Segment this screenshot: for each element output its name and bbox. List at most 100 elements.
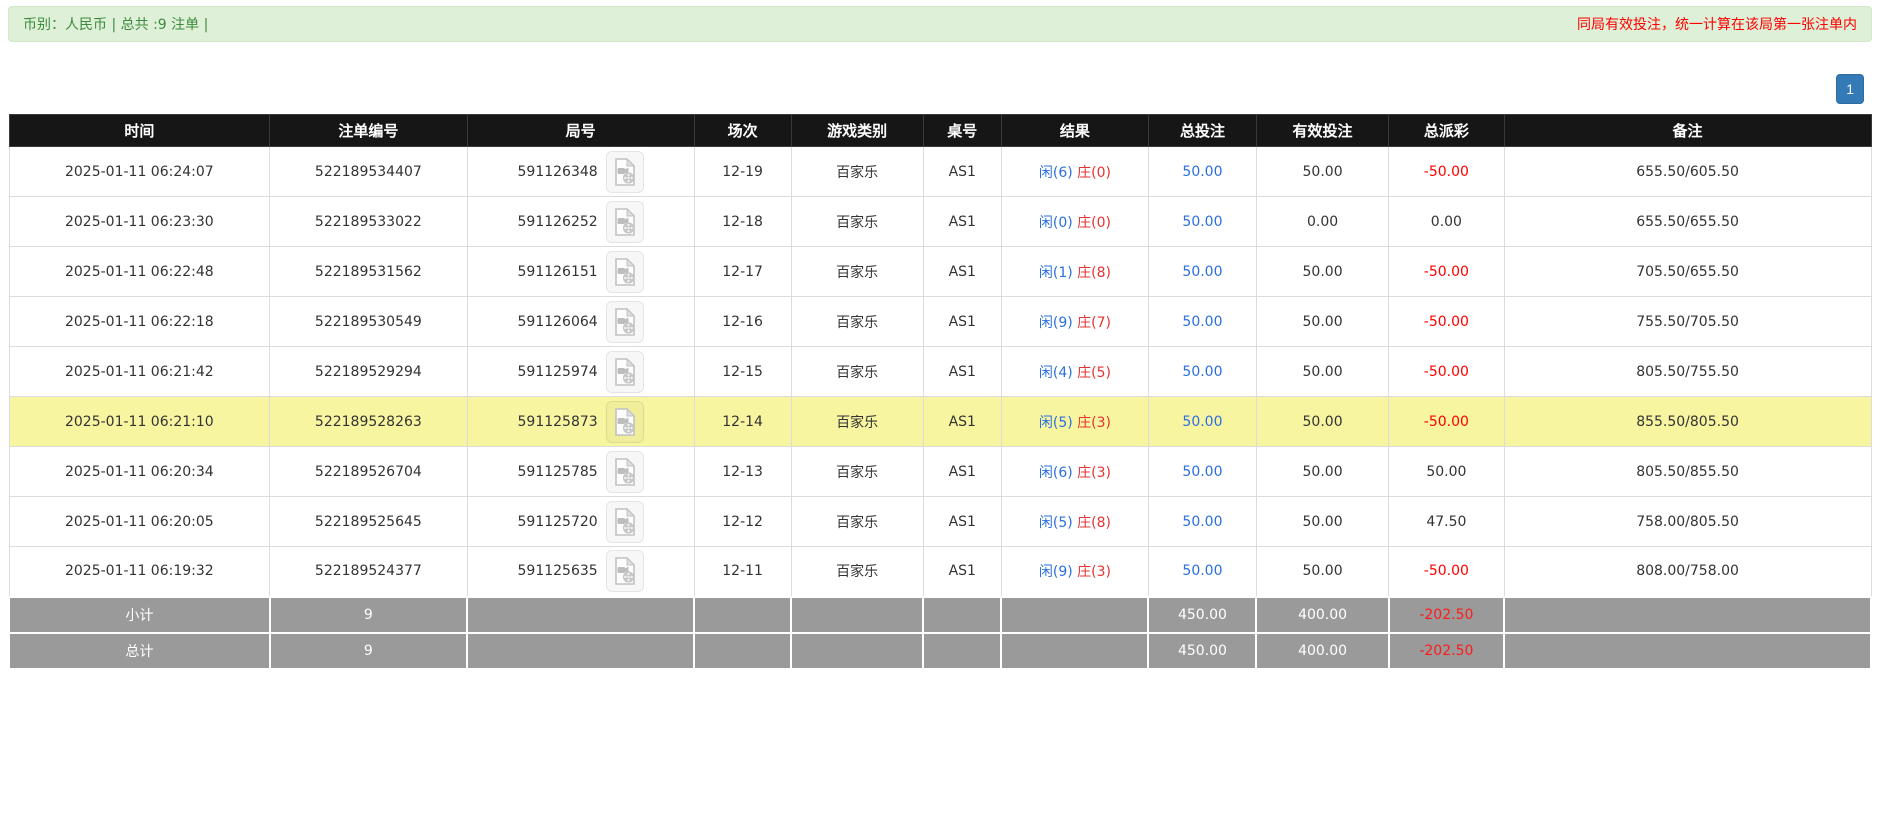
- cell-time: 2025-01-11 06:19:32: [8, 546, 271, 597]
- cell-bet-id: 522189534407: [269, 146, 468, 197]
- cell-bet-id: 522189528263: [269, 396, 468, 447]
- page-1-button[interactable]: 1: [1836, 74, 1864, 104]
- footer-empty: [693, 595, 792, 634]
- round-wrap: 591126252: [517, 200, 644, 243]
- cell-game-type: 百家乐: [790, 296, 924, 347]
- footer-payout: -202.50: [1387, 631, 1506, 670]
- cell-result: 闲(5) 庄(8): [1000, 496, 1149, 547]
- cell-round: 591126151: [466, 246, 695, 297]
- footer-total-bet: 450.00: [1147, 595, 1258, 634]
- cell-round: 591125720: [466, 496, 695, 547]
- cell-payout: -50.00: [1388, 246, 1505, 297]
- cell-time: 2025-01-11 06:20:05: [8, 496, 271, 547]
- footer-empty: [789, 595, 925, 634]
- round-number: 591126252: [517, 213, 598, 230]
- footer-empty: [466, 595, 696, 634]
- video-replay-button[interactable]: [605, 250, 644, 293]
- cell-valid-bet: 50.00: [1255, 546, 1390, 597]
- cell-result: 闲(9) 庄(7): [1000, 296, 1149, 347]
- cell-round: 591125974: [466, 346, 695, 397]
- table-row: 2025-01-11 06:20:34 522189526704 591125785…: [8, 446, 1872, 497]
- round-wrap: 591125974: [518, 350, 644, 393]
- cell-valid-bet: 50.00: [1255, 496, 1390, 547]
- video-file-icon: [614, 507, 635, 536]
- round-wrap: 591125785: [517, 450, 644, 493]
- table-row: 2025-01-11 06:22:48 522189531562 591126151…: [8, 246, 1872, 297]
- column-header-3: 场次: [693, 114, 792, 147]
- cell-game-type: 百家乐: [790, 546, 924, 597]
- cell-game-type: 百家乐: [790, 446, 924, 497]
- cell-total-bet: 50.00: [1147, 196, 1257, 247]
- cell-total-bet: 50.00: [1147, 296, 1257, 347]
- cell-game-type: 百家乐: [790, 346, 924, 397]
- cell-payout: -50.00: [1388, 546, 1505, 597]
- footer-valid-bet: 400.00: [1255, 595, 1390, 634]
- cell-table-no: AS1: [922, 496, 1002, 547]
- pagination: 1: [8, 74, 1864, 104]
- footer-count: 9: [268, 631, 469, 670]
- cell-time: 2025-01-11 06:22:48: [8, 246, 271, 297]
- cell-valid-bet: 50.00: [1255, 396, 1390, 447]
- column-header-10: 备注: [1503, 114, 1872, 147]
- cell-result: 闲(0) 庄(0): [1000, 196, 1149, 247]
- result-player: 闲(1): [1038, 264, 1073, 281]
- cell-round: 591125785: [466, 446, 695, 497]
- cell-bet-id: 522189533022: [269, 196, 468, 247]
- video-replay-button[interactable]: [605, 400, 644, 443]
- video-file-icon: [614, 357, 635, 386]
- cell-bet-id: 522189525645: [269, 496, 468, 547]
- result-player: 闲(6): [1038, 464, 1073, 481]
- cell-time: 2025-01-11 06:23:30: [8, 196, 271, 247]
- valid-bet-notice-text: 同局有效投注，统一计算在该局第一张注单内: [1577, 17, 1857, 33]
- video-file-icon: [614, 407, 635, 436]
- video-replay-button[interactable]: [605, 300, 644, 343]
- currency-summary-text: 币别：人民币 | 总共 :9 注单 |: [23, 17, 209, 33]
- footer-empty: [1503, 595, 1872, 634]
- column-header-6: 结果: [1000, 114, 1149, 147]
- cell-table-no: AS1: [922, 146, 1002, 197]
- video-replay-button[interactable]: [605, 200, 644, 243]
- column-header-9: 总派彩: [1388, 114, 1505, 147]
- cell-time: 2025-01-11 06:21:42: [8, 346, 271, 397]
- cell-session: 12-14: [693, 396, 792, 447]
- cell-time: 2025-01-11 06:21:10: [8, 396, 271, 447]
- cell-round: 591126064: [466, 296, 695, 347]
- footer-empty: [789, 631, 925, 670]
- cell-payout: -50.00: [1388, 296, 1505, 347]
- cell-session: 12-13: [693, 446, 792, 497]
- cell-game-type: 百家乐: [790, 146, 924, 197]
- cell-bet-id: 522189526704: [269, 446, 468, 497]
- video-replay-button[interactable]: [605, 450, 644, 493]
- result-player: 闲(5): [1038, 514, 1073, 531]
- round-number: 591126348: [517, 163, 598, 180]
- total-row: 总计 9 450.00 400.00 -202.50: [8, 631, 1872, 670]
- cell-time: 2025-01-11 06:22:18: [8, 296, 271, 347]
- cell-payout: -50.00: [1388, 396, 1505, 447]
- cell-time: 2025-01-11 06:20:34: [8, 446, 271, 497]
- result-player: 闲(9): [1038, 564, 1073, 581]
- bet-records-table: 时间 注单编号 局号 场次 游戏类别 桌号 结果 总投注 有效投注 总派彩 备注 2025-01-1…: [8, 114, 1872, 670]
- cell-result: 闲(6) 庄(3): [1000, 446, 1149, 497]
- round-wrap: 591126064: [518, 300, 644, 343]
- footer-empty: [1000, 595, 1150, 634]
- round-number: 591125785: [517, 463, 598, 480]
- video-replay-button[interactable]: [605, 500, 644, 543]
- video-replay-button[interactable]: [605, 550, 644, 593]
- round-wrap: 591125873: [518, 400, 644, 443]
- round-number: 591125720: [517, 513, 598, 530]
- video-replay-button[interactable]: [605, 350, 644, 393]
- footer-empty: [1000, 631, 1150, 670]
- footer-empty: [693, 631, 792, 670]
- cell-remark: 758.00/805.50: [1503, 496, 1872, 547]
- column-header-5: 桌号: [922, 114, 1002, 147]
- video-replay-button[interactable]: [605, 150, 644, 193]
- footer-empty: [922, 595, 1003, 634]
- video-file-icon: [614, 157, 635, 186]
- result-player: 闲(5): [1038, 414, 1073, 431]
- video-file-icon: [614, 307, 635, 336]
- table-row: 2025-01-11 06:24:07 522189534407 591126348…: [8, 146, 1872, 197]
- cell-remark: 705.50/655.50: [1503, 246, 1872, 297]
- cell-table-no: AS1: [922, 346, 1002, 397]
- table-row: 2025-01-11 06:21:10 522189528263 591125873…: [8, 396, 1872, 447]
- footer-empty: [466, 631, 696, 670]
